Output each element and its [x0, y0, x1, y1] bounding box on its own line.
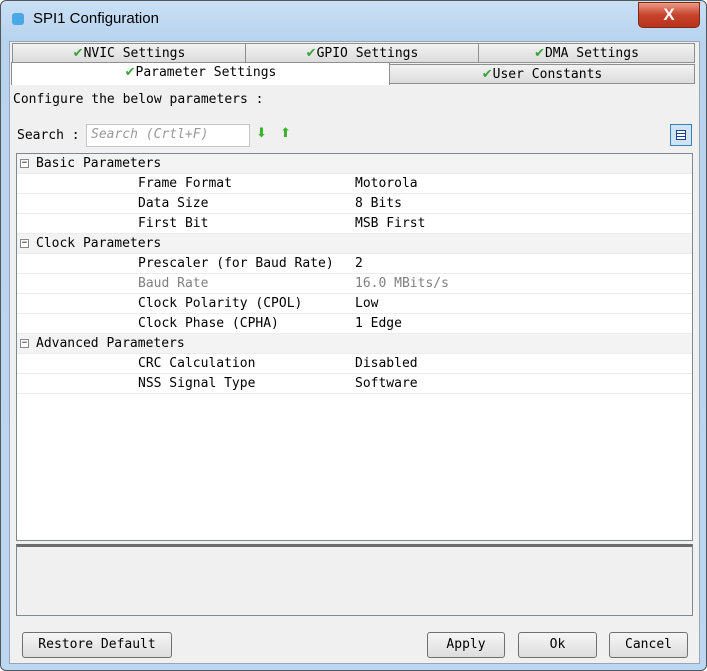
- apply-button[interactable]: Apply: [427, 632, 505, 658]
- parameter-tree: − Basic Parameters Frame Format Motorola Dat…: [16, 153, 693, 541]
- group-row[interactable]: − Clock Parameters: [17, 234, 692, 254]
- tab-dma-settings[interactable]: ✔DMA Settings: [478, 43, 695, 63]
- search-prev-icon[interactable]: ⬆: [280, 126, 291, 141]
- window-title: SPI1 Configuration: [33, 10, 159, 27]
- parameter-value[interactable]: 16.0 MBits/s: [355, 274, 449, 293]
- tab-label: GPIO Settings: [316, 46, 419, 61]
- ok-button[interactable]: Ok: [518, 632, 597, 658]
- group-row[interactable]: − Advanced Parameters: [17, 334, 692, 354]
- group-label: Advanced Parameters: [36, 336, 185, 351]
- group-label: Clock Parameters: [36, 236, 162, 251]
- parameter-name: Data Size: [138, 196, 209, 211]
- collapse-icon[interactable]: −: [20, 239, 29, 248]
- parameter-value[interactable]: 1 Edge: [355, 314, 402, 333]
- parameter-row[interactable]: Data Size 8 Bits: [17, 194, 692, 214]
- tab-parameter-settings[interactable]: ✔Parameter Settings: [11, 62, 390, 85]
- check-icon: ✔: [305, 46, 317, 61]
- description-panel: [16, 544, 693, 616]
- search-label: Search :: [17, 128, 80, 143]
- parameter-row[interactable]: NSS Signal Type Software: [17, 374, 692, 394]
- parameter-row[interactable]: Baud Rate 16.0 MBits/s: [17, 274, 692, 294]
- parameter-row[interactable]: First Bit MSB First: [17, 214, 692, 234]
- check-icon: ✔: [124, 65, 136, 80]
- parameter-value[interactable]: 8 Bits: [355, 194, 402, 213]
- restore-default-button[interactable]: Restore Default: [22, 632, 172, 658]
- cancel-button[interactable]: Cancel: [609, 632, 688, 658]
- parameter-name: Baud Rate: [138, 276, 209, 291]
- parameter-row[interactable]: Frame Format Motorola: [17, 174, 692, 194]
- tab-label: Parameter Settings: [135, 65, 277, 80]
- tab-label: User Constants: [492, 67, 603, 82]
- group-label: Basic Parameters: [36, 156, 162, 171]
- parameter-name: NSS Signal Type: [138, 376, 256, 391]
- collapse-icon[interactable]: −: [20, 159, 29, 168]
- dialog-window: SPI1 Configuration X ✔NVIC Settings ✔GPI…: [0, 0, 707, 671]
- parameter-row[interactable]: Clock Phase (CPHA) 1 Edge: [17, 314, 692, 334]
- check-icon: ✔: [72, 46, 84, 61]
- parameter-value[interactable]: Disabled: [355, 354, 418, 373]
- close-button[interactable]: X: [638, 2, 700, 28]
- parameter-name: Prescaler (for Baud Rate): [138, 256, 334, 271]
- parameter-value[interactable]: 2: [355, 254, 363, 273]
- intro-text: Configure the below parameters :: [13, 92, 264, 107]
- tab-label: DMA Settings: [544, 46, 639, 61]
- parameter-name: CRC Calculation: [138, 356, 256, 371]
- parameter-row[interactable]: CRC Calculation Disabled: [17, 354, 692, 374]
- group-row[interactable]: − Basic Parameters: [17, 154, 692, 174]
- parameter-name: First Bit: [138, 216, 209, 231]
- tab-user-constants[interactable]: ✔User Constants: [389, 64, 695, 84]
- parameter-name: Clock Phase (CPHA): [138, 316, 279, 331]
- check-icon: ✔: [534, 46, 545, 61]
- list-view-icon[interactable]: [670, 124, 692, 146]
- client-area: ✔NVIC Settings ✔GPIO Settings ✔DMA Setti…: [9, 41, 700, 664]
- parameter-row[interactable]: Clock Polarity (CPOL) Low: [17, 294, 692, 314]
- parameter-value[interactable]: Low: [355, 294, 378, 313]
- tab-gpio-settings[interactable]: ✔GPIO Settings: [245, 43, 479, 63]
- tab-nvic-settings[interactable]: ✔NVIC Settings: [12, 43, 246, 63]
- parameter-value[interactable]: Motorola: [355, 174, 418, 193]
- search-input[interactable]: Search (Crtl+F): [86, 124, 250, 147]
- parameter-name: Clock Polarity (CPOL): [138, 296, 303, 311]
- parameter-row[interactable]: Prescaler (for Baud Rate) 2: [17, 254, 692, 274]
- app-icon: [12, 13, 24, 25]
- collapse-icon[interactable]: −: [20, 339, 29, 348]
- check-icon: ✔: [481, 67, 493, 82]
- tab-label: NVIC Settings: [83, 46, 186, 61]
- parameter-name: Frame Format: [138, 176, 232, 191]
- search-next-icon[interactable]: ⬇: [256, 126, 267, 141]
- parameter-value[interactable]: MSB First: [355, 214, 425, 233]
- parameter-value[interactable]: Software: [355, 374, 418, 393]
